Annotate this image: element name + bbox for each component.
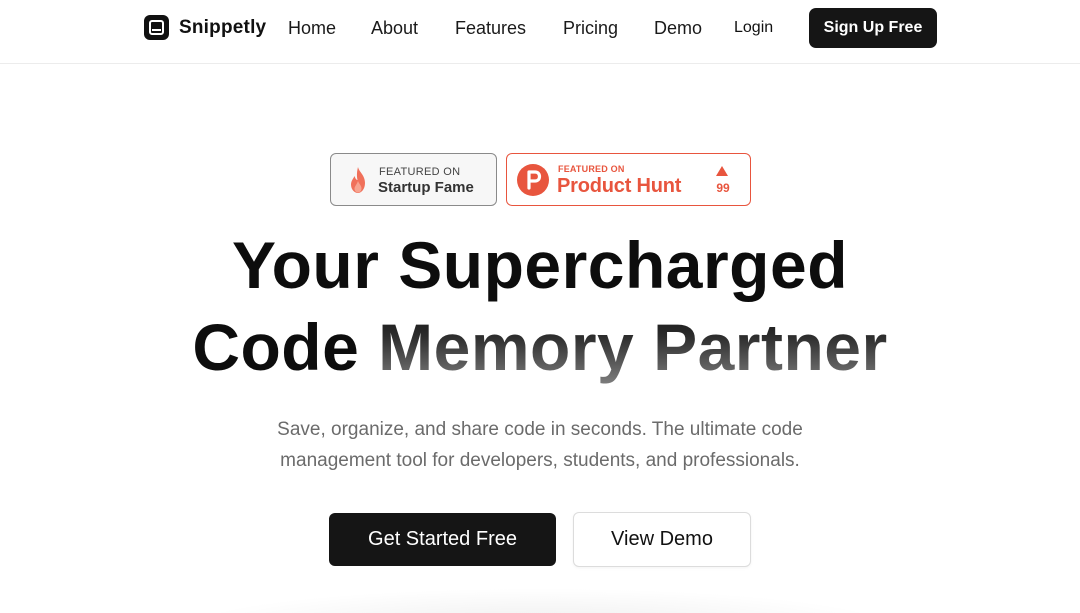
- hero-subtitle-line-2: management tool for developers, students…: [280, 450, 800, 471]
- bottom-shadow-glow: [0, 560, 1080, 613]
- get-started-button[interactable]: Get Started Free: [329, 513, 556, 566]
- site-header: Snippetly Home About Features Pricing De…: [0, 0, 1080, 64]
- product-hunt-name: Product Hunt: [557, 175, 682, 197]
- upvote-count: 99: [716, 181, 730, 195]
- startup-fame-name: Startup Fame: [378, 179, 474, 196]
- nav-link-about[interactable]: About: [371, 17, 418, 39]
- sign-up-button[interactable]: Sign Up Free: [809, 8, 937, 48]
- product-hunt-badge[interactable]: FEATURED ON Product Hunt 99: [506, 153, 751, 206]
- startup-fame-badge[interactable]: FEATURED ON Startup Fame: [330, 153, 497, 206]
- hero-title-gradient-words: Memory Partner: [378, 310, 888, 384]
- startup-fame-kicker: FEATURED ON: [379, 166, 461, 178]
- view-demo-button[interactable]: View Demo: [573, 512, 751, 567]
- hero-subtitle: Save, organize, and share code in second…: [0, 414, 1080, 476]
- brand-name: Snippetly: [179, 16, 267, 38]
- nav-link-home[interactable]: Home: [288, 17, 336, 39]
- upvote-triangle-icon: [716, 166, 728, 176]
- login-link[interactable]: Login: [734, 18, 773, 38]
- nav-link-features[interactable]: Features: [455, 17, 526, 39]
- product-hunt-kicker: FEATURED ON: [558, 164, 625, 174]
- hero-title-plain-word: Code: [192, 310, 360, 384]
- nav-link-demo[interactable]: Demo: [654, 17, 702, 39]
- hero-title-line-2: Code Memory Partner: [0, 307, 1080, 387]
- code-window-icon: [144, 15, 169, 40]
- hero-subtitle-line-1: Save, organize, and share code in second…: [277, 419, 803, 440]
- product-hunt-p-icon: [517, 164, 549, 196]
- brand-logo-link[interactable]: Snippetly: [144, 15, 266, 40]
- flame-icon: [351, 167, 365, 193]
- hero-title-line-1: Your Supercharged: [231, 228, 849, 302]
- nav-link-pricing[interactable]: Pricing: [563, 17, 618, 39]
